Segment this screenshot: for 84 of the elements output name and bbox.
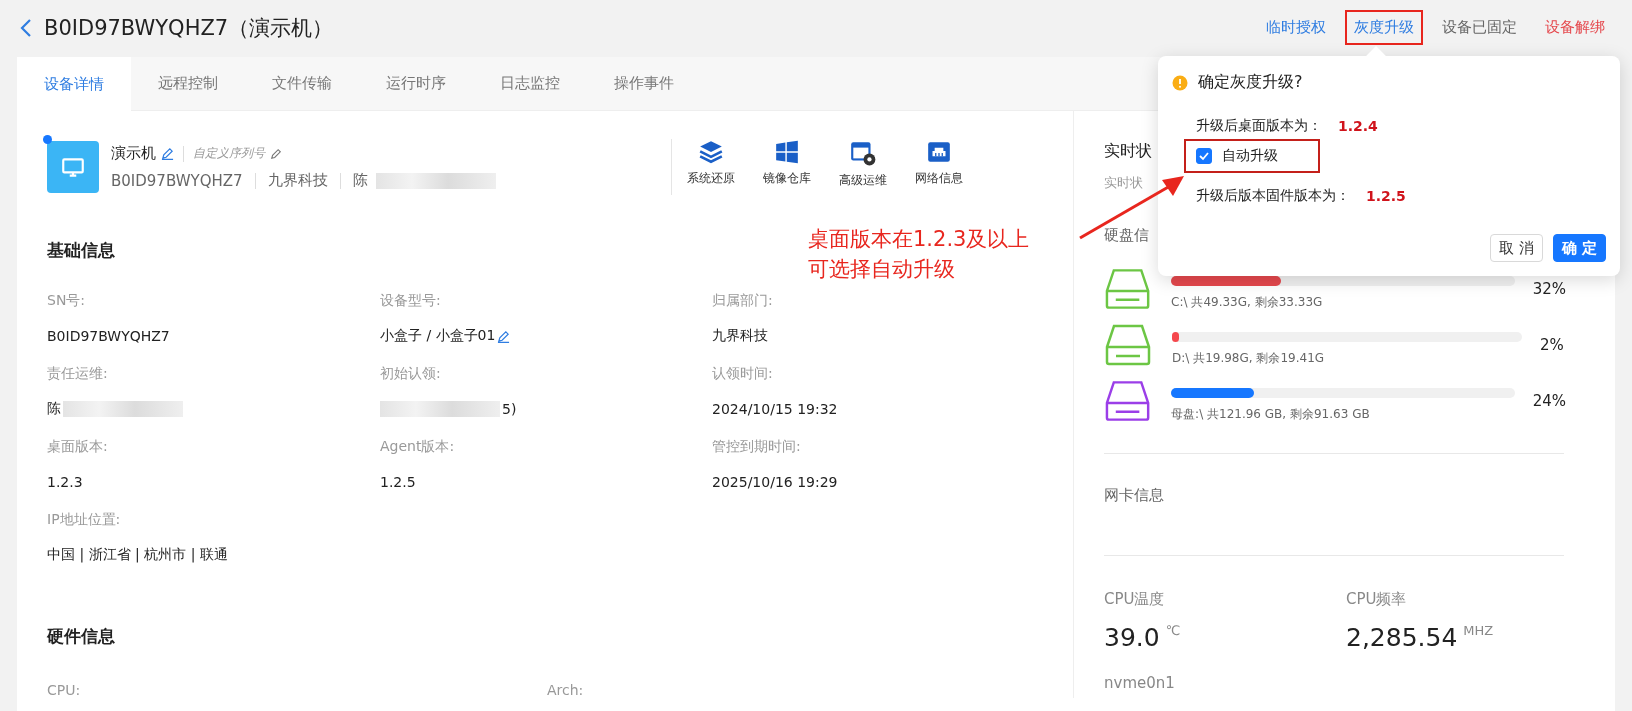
device-name: 演示机	[111, 144, 156, 163]
tool-button[interactable]: 系统还原	[678, 139, 744, 195]
tool-label: 镜像仓库	[763, 170, 811, 187]
field-value: B0ID97BWYQHZ7	[47, 328, 170, 344]
panel-title: 实时状	[1104, 141, 1152, 162]
metric-label: CPU温度	[1104, 590, 1166, 609]
tool-label: 系统还原	[687, 170, 735, 187]
tool-label: 网络信息	[915, 170, 963, 187]
popover-label: 升级后版本固件版本为：	[1196, 187, 1350, 205]
tool-button[interactable]: 高级运维	[830, 139, 896, 195]
field-label: 认领时间:	[712, 365, 774, 383]
device-company: 九界科技	[267, 171, 328, 190]
field-label: 归属部门:	[712, 292, 774, 310]
custom-serial-label: 自定义序列号	[193, 145, 265, 162]
disk-usage-text: C:\ 共49.33G, 剩余33.33G	[1171, 293, 1324, 311]
disk-percent: 32%	[1532, 280, 1566, 298]
gear-window-icon	[849, 139, 877, 167]
field-value: 5)	[502, 401, 517, 417]
field-value: 2025/10/16 19:29	[712, 474, 838, 490]
popover-label: 升级后桌面版本为：	[1196, 117, 1322, 135]
tab[interactable]: 日志监控	[473, 57, 587, 111]
annotation-text: 桌面版本在1.2.3及以上 可选择自动升级	[808, 226, 1030, 283]
field-label: Agent版本:	[380, 438, 456, 456]
tab[interactable]: 操作事件	[587, 57, 701, 111]
metric-value: 39.0	[1104, 623, 1160, 652]
popover-title: 确定灰度升级?	[1198, 72, 1303, 93]
warning-icon	[1172, 74, 1188, 91]
disk-name: nvme0n1	[1104, 674, 1176, 692]
tab[interactable]: 远程控制	[131, 57, 245, 111]
field-value: 1.2.5	[380, 474, 416, 490]
edit-icon[interactable]	[270, 147, 282, 160]
edit-icon[interactable]	[161, 147, 174, 160]
device-owner: 陈	[352, 171, 368, 190]
field-label: CPU:	[47, 682, 82, 698]
version-value: 1.2.4	[1338, 118, 1378, 134]
disk-usage-text: D:\ 共19.98G, 剩余19.41G	[1172, 349, 1326, 367]
disk-usage-text: 母盘:\ 共121.96 GB, 剩余91.63 GB	[1171, 405, 1371, 423]
disk-percent: 2%	[1540, 336, 1564, 354]
action-link[interactable]: 设备解绑	[1536, 10, 1614, 45]
section-title: 硬件信息	[47, 625, 116, 648]
metric-unit: MHZ	[1463, 623, 1494, 638]
field-label: 管控到期时间:	[712, 438, 802, 456]
section-title: 网卡信息	[1104, 486, 1164, 505]
checkbox[interactable]	[1196, 148, 1212, 164]
field-value: 九界科技	[712, 327, 768, 345]
tool-button[interactable]: 镜像仓库	[754, 139, 820, 195]
field-value: 2024/10/15 19:32	[712, 401, 838, 417]
panel-subtitle: 实时状	[1104, 174, 1143, 192]
tab[interactable]: 运行时序	[359, 57, 473, 111]
field-label: 设备型号:	[380, 292, 442, 310]
metric-unit: ℃	[1165, 623, 1181, 638]
version-value: 1.2.5	[1366, 188, 1406, 204]
metric-value: 2,285.54	[1346, 623, 1458, 652]
tool-label: 高级运维	[839, 172, 887, 189]
field-value: 中国 | 浙江省 | 杭州市 | 联通	[47, 546, 228, 564]
field-label: 初始认领:	[380, 365, 442, 383]
checkbox-label: 自动升级	[1222, 147, 1278, 165]
tool-button[interactable]: 网络信息	[906, 139, 972, 195]
field-label: SN号:	[47, 292, 87, 310]
tab[interactable]: 文件传输	[245, 57, 359, 111]
windows-icon	[774, 139, 800, 165]
action-link[interactable]: 临时授权	[1257, 10, 1335, 45]
network-port-icon	[926, 139, 952, 165]
field-label: Arch:	[547, 682, 585, 698]
back-icon[interactable]	[20, 17, 32, 38]
edit-icon[interactable]	[497, 329, 511, 343]
section-title: 硬盘信	[1104, 226, 1149, 245]
cancel-button[interactable]: 取 消	[1490, 234, 1543, 262]
metric-label: CPU频率	[1346, 590, 1408, 609]
tab[interactable]: 设备详情	[17, 57, 131, 111]
field-value: 小盒子 / 小盒子01	[380, 327, 496, 345]
field-label: IP地址位置:	[47, 511, 122, 529]
page-title: B0ID97BWYQHZ7（演示机）	[44, 14, 334, 42]
field-label: 桌面版本:	[47, 438, 109, 456]
device-icon	[47, 141, 99, 193]
action-link[interactable]: 灰度升级	[1345, 10, 1423, 45]
device-sn: B0ID97BWYQHZ7	[111, 171, 243, 190]
field-label: 责任运维:	[47, 365, 109, 383]
disk-percent: 24%	[1532, 392, 1566, 410]
action-link[interactable]: 设备已固定	[1433, 10, 1526, 45]
confirm-button[interactable]: 确 定	[1552, 234, 1606, 262]
field-value: 陈	[47, 400, 61, 418]
field-value: 1.2.3	[47, 474, 83, 490]
layers-icon	[697, 139, 725, 165]
